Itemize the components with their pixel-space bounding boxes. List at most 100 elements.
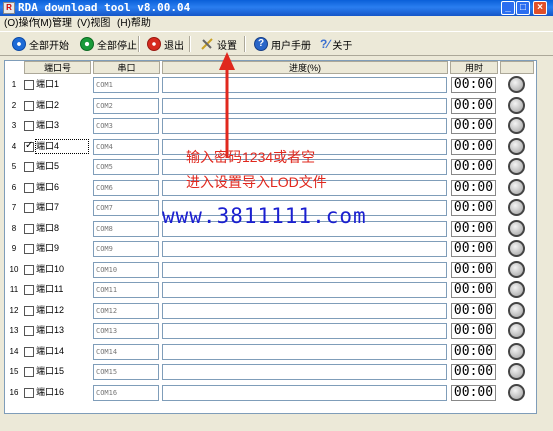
port-label[interactable]: 端口4: [35, 139, 89, 154]
port-label[interactable]: 端口16: [36, 386, 88, 399]
port-checkbox[interactable]: [24, 140, 34, 152]
serial-port-field[interactable]: COM6: [93, 180, 159, 196]
port-label[interactable]: 端口13: [36, 324, 88, 337]
port-checkbox[interactable]: [24, 388, 34, 398]
manual-button[interactable]: ? 用户手册: [254, 35, 311, 53]
exit-icon: [147, 37, 161, 51]
port-checkbox[interactable]: [24, 326, 34, 336]
status-led-icon: [508, 220, 525, 237]
maximize-button[interactable]: □: [516, 1, 530, 15]
port-checkbox[interactable]: [24, 306, 34, 316]
port-label[interactable]: 端口14: [36, 345, 88, 358]
row-number: 1: [11, 80, 17, 89]
elapsed-time: 00:00: [451, 221, 496, 237]
port-label[interactable]: 端口12: [36, 304, 88, 317]
start-all-label: 全部开始: [29, 40, 69, 52]
port-checkbox[interactable]: [24, 285, 34, 295]
close-button[interactable]: ×: [533, 1, 547, 15]
port-label[interactable]: 端口2: [36, 99, 88, 112]
port-checkbox[interactable]: [24, 183, 34, 193]
serial-port-field[interactable]: COM7: [93, 200, 159, 216]
about-label: 关于: [332, 40, 353, 52]
port-checkbox[interactable]: [24, 80, 34, 90]
menu-view[interactable]: (V)视图: [77, 17, 110, 30]
about-button[interactable]: ?∕ 关于: [320, 35, 352, 53]
progress-bar: [162, 344, 447, 360]
port-label[interactable]: 端口6: [36, 181, 88, 194]
serial-port-field[interactable]: COM4: [93, 139, 159, 155]
toolbar-separator: [244, 36, 246, 52]
serial-port-field[interactable]: COM3: [93, 118, 159, 134]
title-bar[interactable]: R RDA download tool v8.00.04 _ □ ×: [0, 0, 553, 16]
serial-port-field[interactable]: COM5: [93, 159, 159, 175]
stop-all-label: 全部停止: [97, 40, 137, 52]
port-label[interactable]: 端口11: [36, 283, 88, 296]
row-number: 13: [9, 326, 19, 335]
status-led-icon: [508, 199, 525, 216]
serial-port-field[interactable]: COM16: [93, 385, 159, 401]
menu-operate[interactable]: (O)操作: [4, 17, 38, 30]
port-label[interactable]: 端口5: [36, 160, 88, 173]
serial-port-field[interactable]: COM15: [93, 364, 159, 380]
serial-port-field[interactable]: COM14: [93, 344, 159, 360]
status-led-icon: [508, 363, 525, 380]
port-checkbox[interactable]: [24, 203, 34, 213]
minimize-button[interactable]: _: [501, 1, 515, 15]
elapsed-time: 00:00: [451, 385, 496, 401]
port-label[interactable]: 端口9: [36, 242, 88, 255]
serial-port-field[interactable]: COM8: [93, 221, 159, 237]
port-checkbox[interactable]: [24, 162, 34, 172]
port-checkbox[interactable]: [24, 367, 34, 377]
serial-port-field[interactable]: COM11: [93, 282, 159, 298]
port-checkbox[interactable]: [24, 101, 34, 111]
row-number: 16: [9, 388, 19, 397]
serial-port-field[interactable]: COM13: [93, 323, 159, 339]
status-led-icon: [508, 158, 525, 175]
header-serial: 串口: [93, 61, 160, 74]
progress-bar: [162, 118, 447, 134]
progress-bar: [162, 98, 447, 114]
port-label[interactable]: 端口10: [36, 263, 88, 276]
port-checkbox[interactable]: [24, 347, 34, 357]
menu-help[interactable]: (H)帮助: [117, 17, 151, 30]
port-checkbox[interactable]: [24, 265, 34, 275]
progress-bar: [162, 323, 447, 339]
row-number: 4: [11, 142, 17, 151]
header-time: 用时: [450, 61, 498, 74]
elapsed-time: 00:00: [451, 262, 496, 278]
serial-port-field[interactable]: COM10: [93, 262, 159, 278]
progress-bar: [162, 241, 447, 257]
serial-port-field[interactable]: COM1: [93, 77, 159, 93]
status-led-icon: [508, 281, 525, 298]
port-label[interactable]: 端口7: [36, 201, 88, 214]
port-label[interactable]: 端口3: [36, 119, 88, 132]
menu-manage[interactable]: (M)管理: [37, 17, 72, 30]
port-label[interactable]: 端口1: [36, 78, 88, 91]
progress-bar: [162, 262, 447, 278]
stop-all-button[interactable]: 全部停止: [80, 35, 137, 53]
port-checkbox[interactable]: [24, 121, 34, 131]
port-label[interactable]: 端口15: [36, 365, 88, 378]
row-number: 7: [11, 203, 17, 212]
row-number: 9: [11, 244, 17, 253]
port-checkbox[interactable]: [24, 224, 34, 234]
row-number: 5: [11, 162, 17, 171]
port-label[interactable]: 端口8: [36, 222, 88, 235]
serial-port-field[interactable]: COM2: [93, 98, 159, 114]
serial-port-field[interactable]: COM9: [93, 241, 159, 257]
settings-button[interactable]: 设置: [200, 35, 237, 53]
start-all-button[interactable]: 全部开始: [12, 35, 69, 53]
status-led-icon: [508, 343, 525, 360]
header-port: 端口号: [24, 61, 91, 74]
port-checkbox[interactable]: [24, 244, 34, 254]
elapsed-time: 00:00: [451, 139, 496, 155]
settings-label: 设置: [217, 40, 237, 52]
help-icon: ?: [254, 37, 268, 51]
header-progress: 进度(%): [162, 61, 448, 74]
exit-button[interactable]: 退出: [147, 35, 184, 53]
play-icon: [12, 37, 26, 51]
serial-port-field[interactable]: COM12: [93, 303, 159, 319]
stop-icon: [80, 37, 94, 51]
app-icon[interactable]: R: [3, 2, 15, 14]
elapsed-time: 00:00: [451, 282, 496, 298]
